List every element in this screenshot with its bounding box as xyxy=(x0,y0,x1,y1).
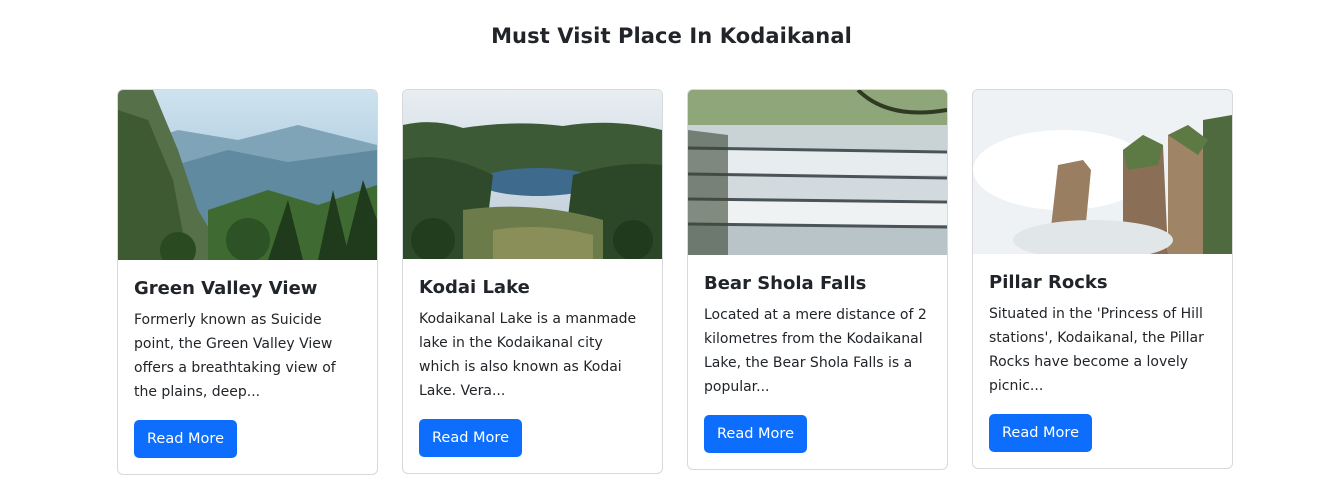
bear-shola-falls-image xyxy=(688,90,947,255)
read-more-button[interactable]: Read More xyxy=(704,415,807,453)
card-description: Formerly known as Suicide point, the Gre… xyxy=(134,312,336,400)
green-valley-image xyxy=(118,90,377,260)
card-description: Located at a mere distance of 2 kilometr… xyxy=(704,307,927,395)
card-title: Pillar Rocks xyxy=(989,272,1108,293)
read-more-button[interactable]: Read More xyxy=(419,419,522,457)
read-more-button[interactable]: Read More xyxy=(989,414,1092,452)
pillar-rocks-image xyxy=(973,90,1232,254)
card-description: Situated in the 'Princess of Hill statio… xyxy=(989,306,1204,394)
card-description: Kodaikanal Lake is a manmade lake in the… xyxy=(419,311,637,399)
place-card-kodai-lake: Kodai Lake Kodaikanal Lake is a manmade … xyxy=(402,89,663,474)
card-title: Green Valley View xyxy=(134,278,318,299)
place-card-pillar-rocks: Pillar Rocks Situated in the 'Princess o… xyxy=(972,89,1233,469)
place-card-green-valley: Green Valley View Formerly known as Suic… xyxy=(117,89,378,475)
page-heading: Must Visit Place In Kodaikanal xyxy=(491,24,852,48)
card-title: Bear Shola Falls xyxy=(704,273,867,294)
card-title: Kodai Lake xyxy=(419,277,530,298)
place-card-bear-shola-falls: Bear Shola Falls Located at a mere dista… xyxy=(687,89,948,470)
kodai-lake-image xyxy=(403,90,662,259)
read-more-button[interactable]: Read More xyxy=(134,420,237,458)
